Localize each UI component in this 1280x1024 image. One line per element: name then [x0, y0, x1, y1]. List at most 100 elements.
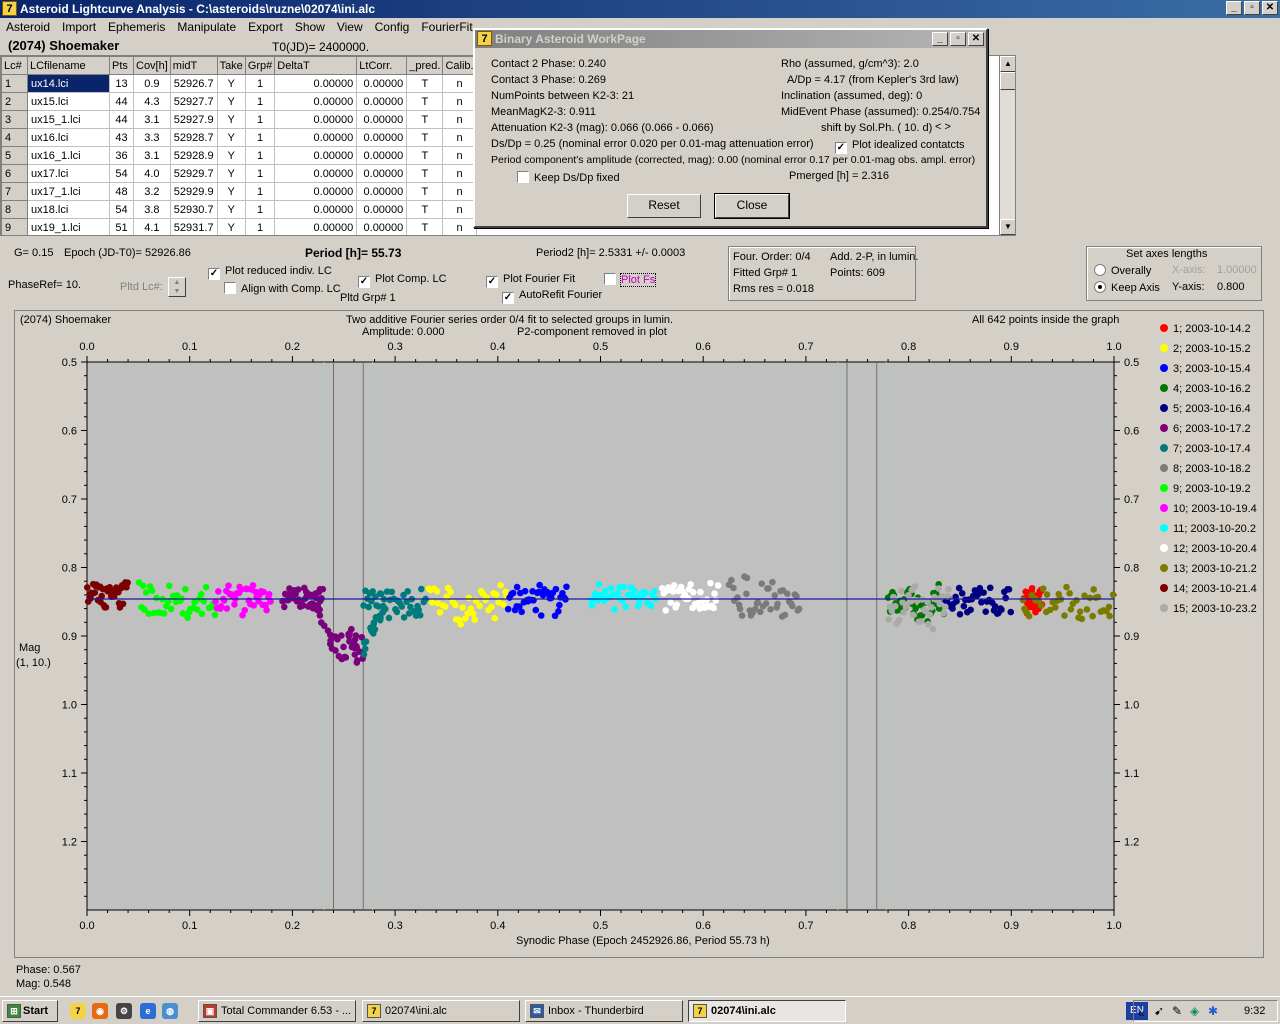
data-point	[924, 620, 932, 628]
task-total-commander[interactable]: ▣ Total Commander 6.53 - ...	[198, 1000, 356, 1022]
data-point	[619, 597, 626, 604]
legend-label: 2; 2003-10-15.2	[1173, 343, 1251, 355]
data-point	[1106, 612, 1113, 620]
tray-rocket-icon[interactable]: ➹	[1154, 1001, 1164, 1021]
data-point	[148, 587, 156, 594]
legend-label: 7; 2003-10-17.4	[1173, 443, 1251, 455]
data-point	[736, 605, 744, 613]
legend-dot-icon	[1160, 524, 1168, 532]
firefox-icon[interactable]: ◉	[92, 1003, 108, 1019]
data-point	[340, 643, 347, 651]
data-point	[998, 606, 1005, 613]
floppy-icon: ▣	[203, 1004, 217, 1018]
legend-dot-icon	[1160, 544, 1168, 552]
data-point	[662, 607, 670, 614]
x-tick-label-bottom: 0.8	[901, 920, 916, 932]
task-alc-active[interactable]: 7 02074\ini.alc	[688, 1000, 846, 1022]
x-tick-label-top: 0.7	[798, 341, 813, 353]
data-point	[1002, 594, 1009, 602]
legend-dot-icon	[1160, 364, 1168, 372]
data-point	[1037, 602, 1045, 609]
data-point	[710, 604, 718, 612]
data-point	[1063, 583, 1070, 591]
legend-label: 14; 2003-10-21.4	[1173, 583, 1257, 595]
data-point	[1076, 608, 1084, 615]
phase-readout: Phase: 0.567	[16, 964, 81, 976]
data-point	[263, 606, 270, 614]
x-tick-label-top: 0.3	[387, 341, 402, 353]
tray-tool-icon[interactable]: ✎	[1172, 1001, 1182, 1021]
data-point	[602, 587, 609, 595]
cog-app-icon[interactable]: ⚙	[116, 1003, 132, 1019]
ie-icon[interactable]: e	[140, 1003, 156, 1019]
x-tick-label-bottom: 0.9	[1004, 920, 1019, 932]
data-point	[909, 611, 917, 619]
data-point	[1007, 608, 1015, 616]
legend-label: 6; 2003-10-17.2	[1173, 423, 1251, 435]
data-point	[124, 579, 131, 587]
alc-quicklaunch-icon[interactable]: 7	[70, 1003, 86, 1019]
x-tick-label-bottom: 0.1	[182, 920, 197, 932]
data-point	[436, 609, 444, 616]
data-point	[712, 597, 720, 604]
legend-item: 4; 2003-10-16.2	[1160, 383, 1251, 395]
data-point	[730, 584, 737, 592]
data-point	[689, 588, 697, 596]
data-point	[917, 618, 925, 625]
y-tick-label-left: 1.0	[62, 700, 77, 712]
data-point	[202, 583, 210, 591]
legend-label: 1; 2003-10-14.2	[1173, 323, 1251, 335]
legend-item: 5; 2003-10-16.4	[1160, 403, 1251, 415]
data-point	[1066, 590, 1073, 597]
legend-item: 15; 2003-10-23.2	[1160, 603, 1257, 615]
lightcurve-plot[interactable]: 0.0 0.0 0.1 0.1 0.2 0.2 0.3 0.3 0.4 0.4 0.5 0.5 0.6 0…	[0, 0, 1280, 1000]
data-point	[452, 601, 459, 609]
data-point	[978, 598, 985, 606]
alc-icon: 7	[693, 1004, 707, 1018]
legend-label: 12; 2003-10-20.4	[1173, 543, 1257, 555]
task-label: 02074\ini.alc	[711, 1005, 776, 1017]
start-button[interactable]: ⊞ Start	[2, 1000, 58, 1022]
x-tick-label-top: 1.0	[1106, 341, 1121, 353]
data-point	[945, 585, 952, 593]
data-point	[509, 589, 517, 597]
y-tick-label-right: 1.2	[1124, 837, 1139, 849]
y-tick-label-left: 0.6	[62, 426, 77, 438]
data-point	[935, 585, 942, 592]
task-thunderbird[interactable]: ✉ Inbox - Thunderbird	[525, 1000, 683, 1022]
data-point	[1105, 603, 1113, 611]
tray-security-icon[interactable]: ◈	[1190, 1001, 1199, 1021]
data-point	[231, 601, 238, 608]
data-point	[928, 604, 935, 611]
data-point	[249, 582, 257, 589]
tray-arrow-icon[interactable]: «	[1138, 1003, 1145, 1023]
data-point	[552, 585, 560, 593]
data-point	[469, 610, 477, 618]
legend-dot-icon	[1160, 404, 1168, 412]
task-alc-1[interactable]: 7 02074\ini.alc	[362, 1000, 520, 1022]
data-point	[215, 588, 222, 595]
data-point	[280, 603, 288, 611]
data-point	[1109, 591, 1117, 599]
data-point	[385, 614, 393, 622]
app-shortcut-icon[interactable]: ◍	[162, 1003, 178, 1019]
tray-bluetooth-icon[interactable]: ✱	[1208, 1001, 1218, 1021]
data-point	[388, 588, 396, 596]
data-point	[1019, 596, 1027, 604]
plot-area	[86, 361, 1115, 911]
data-point	[491, 614, 499, 622]
legend-item: 11; 2003-10-20.2	[1160, 523, 1256, 535]
legend-dot-icon	[1160, 564, 1168, 572]
y-tick-label-left: 0.7	[62, 494, 77, 506]
legend-item: 13; 2003-10-21.2	[1160, 563, 1257, 575]
data-point	[707, 579, 714, 587]
data-point	[532, 606, 540, 614]
data-point	[980, 589, 987, 596]
data-point	[518, 608, 525, 616]
legend-dot-icon	[1160, 444, 1168, 452]
data-point	[1083, 606, 1091, 613]
data-point	[447, 588, 454, 596]
data-point	[398, 603, 406, 610]
legend-item: 14; 2003-10-21.4	[1160, 583, 1257, 595]
legend-item: 9; 2003-10-19.2	[1160, 483, 1251, 495]
